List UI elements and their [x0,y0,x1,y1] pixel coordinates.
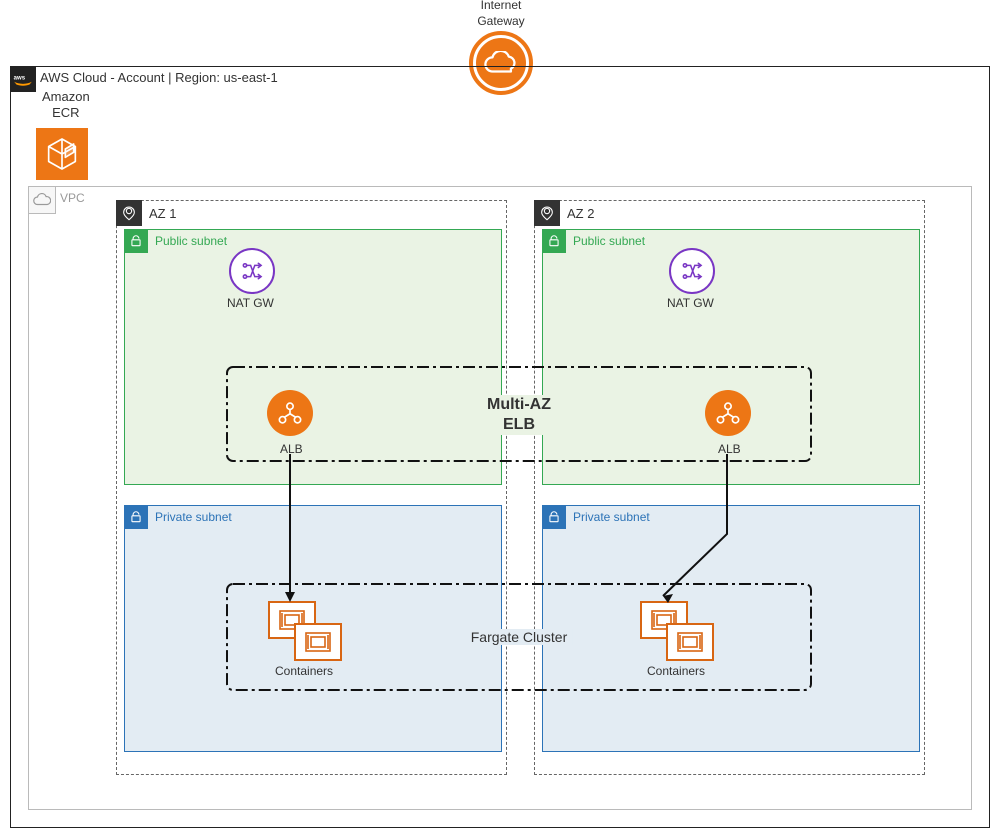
alb-icon [267,390,313,436]
nat-gateway-icon [229,248,275,294]
az1-title: AZ 1 [149,206,176,221]
az1-natgw-label: NAT GW [227,296,274,310]
az-icon [116,200,142,226]
containers-icon [640,601,710,657]
lock-icon [124,505,148,529]
internet-gateway-label: InternetGateway [461,0,541,29]
amazon-ecr-icon [36,128,88,180]
az2-title: AZ 2 [567,206,594,221]
az2-private-subnet-title: Private subnet [573,510,650,524]
az1-containers-label: Containers [275,664,333,678]
az2-natgw-label: NAT GW [667,296,714,310]
aws-cloud-title: AWS Cloud - Account | Region: us-east-1 [40,70,278,85]
az1-alb-label: ALB [280,442,303,456]
containers-icon [268,601,338,657]
lock-icon [542,229,566,253]
az1-public-subnet-title: Public subnet [155,234,227,248]
multi-az-elb-label: Multi-AZELB [481,395,557,435]
lock-icon [124,229,148,253]
az1-private-subnet-title: Private subnet [155,510,232,524]
az-icon [534,200,560,226]
fargate-cluster-label: Fargate Cluster [465,629,573,645]
alb-icon [705,390,751,436]
lock-icon [542,505,566,529]
aws-logo-icon: aws [10,66,36,92]
svg-text:aws: aws [14,76,26,82]
amazon-ecr-label: AmazonECR [42,89,90,122]
az2-public-subnet-title: Public subnet [573,234,645,248]
az2-containers-label: Containers [647,664,705,678]
nat-gateway-icon [669,248,715,294]
vpc-label: VPC [60,191,85,205]
vpc-cloud-icon [28,186,56,214]
